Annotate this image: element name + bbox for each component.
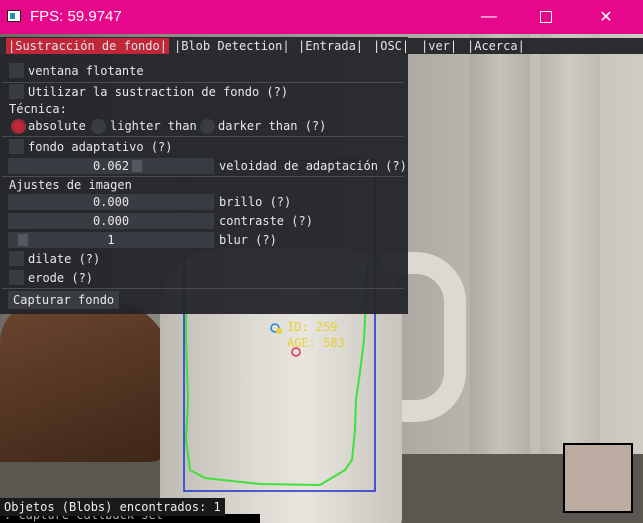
- menu-input[interactable]: |Entrada|: [298, 39, 363, 53]
- checkbox[interactable]: [9, 84, 24, 99]
- erode-option[interactable]: erode (?): [0, 270, 408, 288]
- checkbox[interactable]: [9, 139, 24, 154]
- dilate-option[interactable]: dilate (?): [0, 251, 408, 269]
- menu-view[interactable]: |ver|: [421, 39, 457, 53]
- contrast-label: contraste (?): [219, 214, 313, 228]
- brightness-slider[interactable]: 0.000: [8, 194, 214, 210]
- brightness-value: 0.000: [92, 195, 130, 209]
- floating-window-option[interactable]: ventana flotante: [0, 63, 408, 81]
- menu-bg-subtraction[interactable]: |Sustracción de fondo|: [6, 38, 169, 54]
- radio-absolute[interactable]: [11, 119, 26, 134]
- blob-centroid-dot: [276, 328, 282, 334]
- separator: [2, 288, 404, 289]
- contrast-value: 0.000: [92, 214, 130, 228]
- menu-blob-detection[interactable]: |Blob Detection|: [174, 39, 290, 53]
- radio-lighter-than[interactable]: [91, 119, 106, 134]
- adaptive-bg-label: fondo adaptativo (?): [28, 140, 173, 154]
- menu-osc[interactable]: |OSC|: [373, 39, 409, 53]
- contrast-slider[interactable]: 0.000: [8, 213, 214, 229]
- capture-bg-button[interactable]: Capturar fondo: [8, 291, 120, 309]
- blur-value: 1: [107, 233, 115, 247]
- separator: [2, 82, 404, 83]
- erode-label: erode (?): [28, 271, 94, 285]
- slider-grab[interactable]: [18, 234, 28, 246]
- brightness-label: brillo (?): [219, 195, 292, 209]
- use-bg-sub-option[interactable]: Utilizar la sustraction de fondo (?): [0, 84, 408, 102]
- technique-label: Técnica:: [9, 102, 67, 116]
- adapt-speed-slider[interactable]: 0.062: [8, 158, 214, 174]
- checkbox[interactable]: [9, 270, 24, 285]
- checkbox[interactable]: [9, 251, 24, 266]
- separator: [2, 176, 404, 177]
- checkbox[interactable]: [9, 63, 24, 78]
- blur-label: blur (?): [219, 233, 277, 247]
- adapt-speed-label: veloidad de adaptación (?): [219, 159, 407, 173]
- radio-darker-than[interactable]: [200, 119, 215, 134]
- dilate-label: dilate (?): [28, 252, 101, 266]
- radio-darker-label: darker than (?): [218, 119, 327, 133]
- adaptive-bg-option[interactable]: fondo adaptativo (?): [0, 139, 408, 157]
- floating-window-label: ventana flotante: [28, 64, 144, 78]
- menu-bar: |Sustracción de fondo| |Blob Detection| …: [0, 38, 643, 54]
- slider-grab[interactable]: [132, 160, 142, 172]
- blob-age-label: AGE: 583: [287, 336, 345, 350]
- blob-id-label: ID: 259: [287, 320, 338, 334]
- blur-slider[interactable]: 1: [8, 232, 214, 248]
- settings-panel: ventana flotante Utilizar la sustraction…: [0, 37, 408, 314]
- adapt-speed-value: 0.062: [92, 159, 130, 173]
- menu-about[interactable]: |Acerca|: [467, 39, 525, 53]
- background-preview: [563, 443, 633, 513]
- separator: [2, 136, 404, 137]
- radio-absolute-label: absolute: [28, 119, 86, 133]
- use-bg-sub-label: Utilizar la sustraction de fondo (?): [28, 85, 289, 99]
- radio-lighter-label: lighter than: [110, 119, 197, 133]
- blob-count-status: Objetos (Blobs) encontrados: 1: [0, 498, 225, 516]
- image-settings-header: Ajustes de imagen: [9, 178, 132, 192]
